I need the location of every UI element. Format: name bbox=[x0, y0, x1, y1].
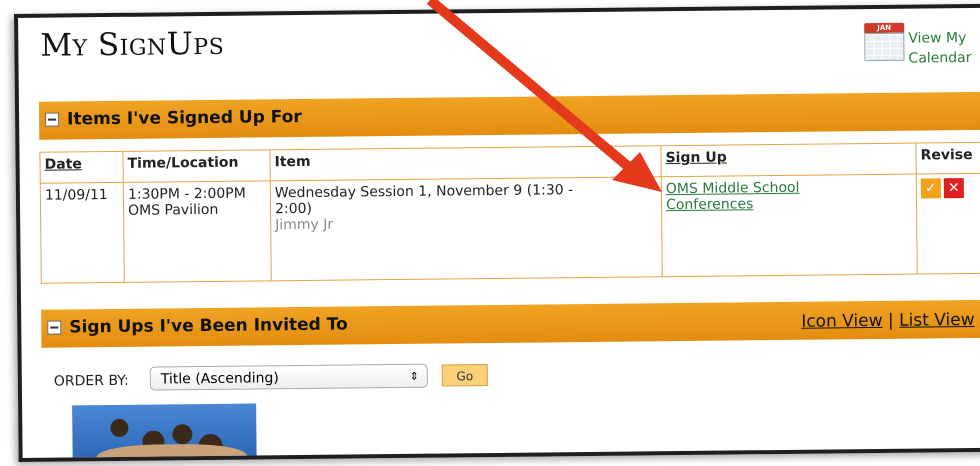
annotation-arrow-icon bbox=[426, 0, 662, 192]
